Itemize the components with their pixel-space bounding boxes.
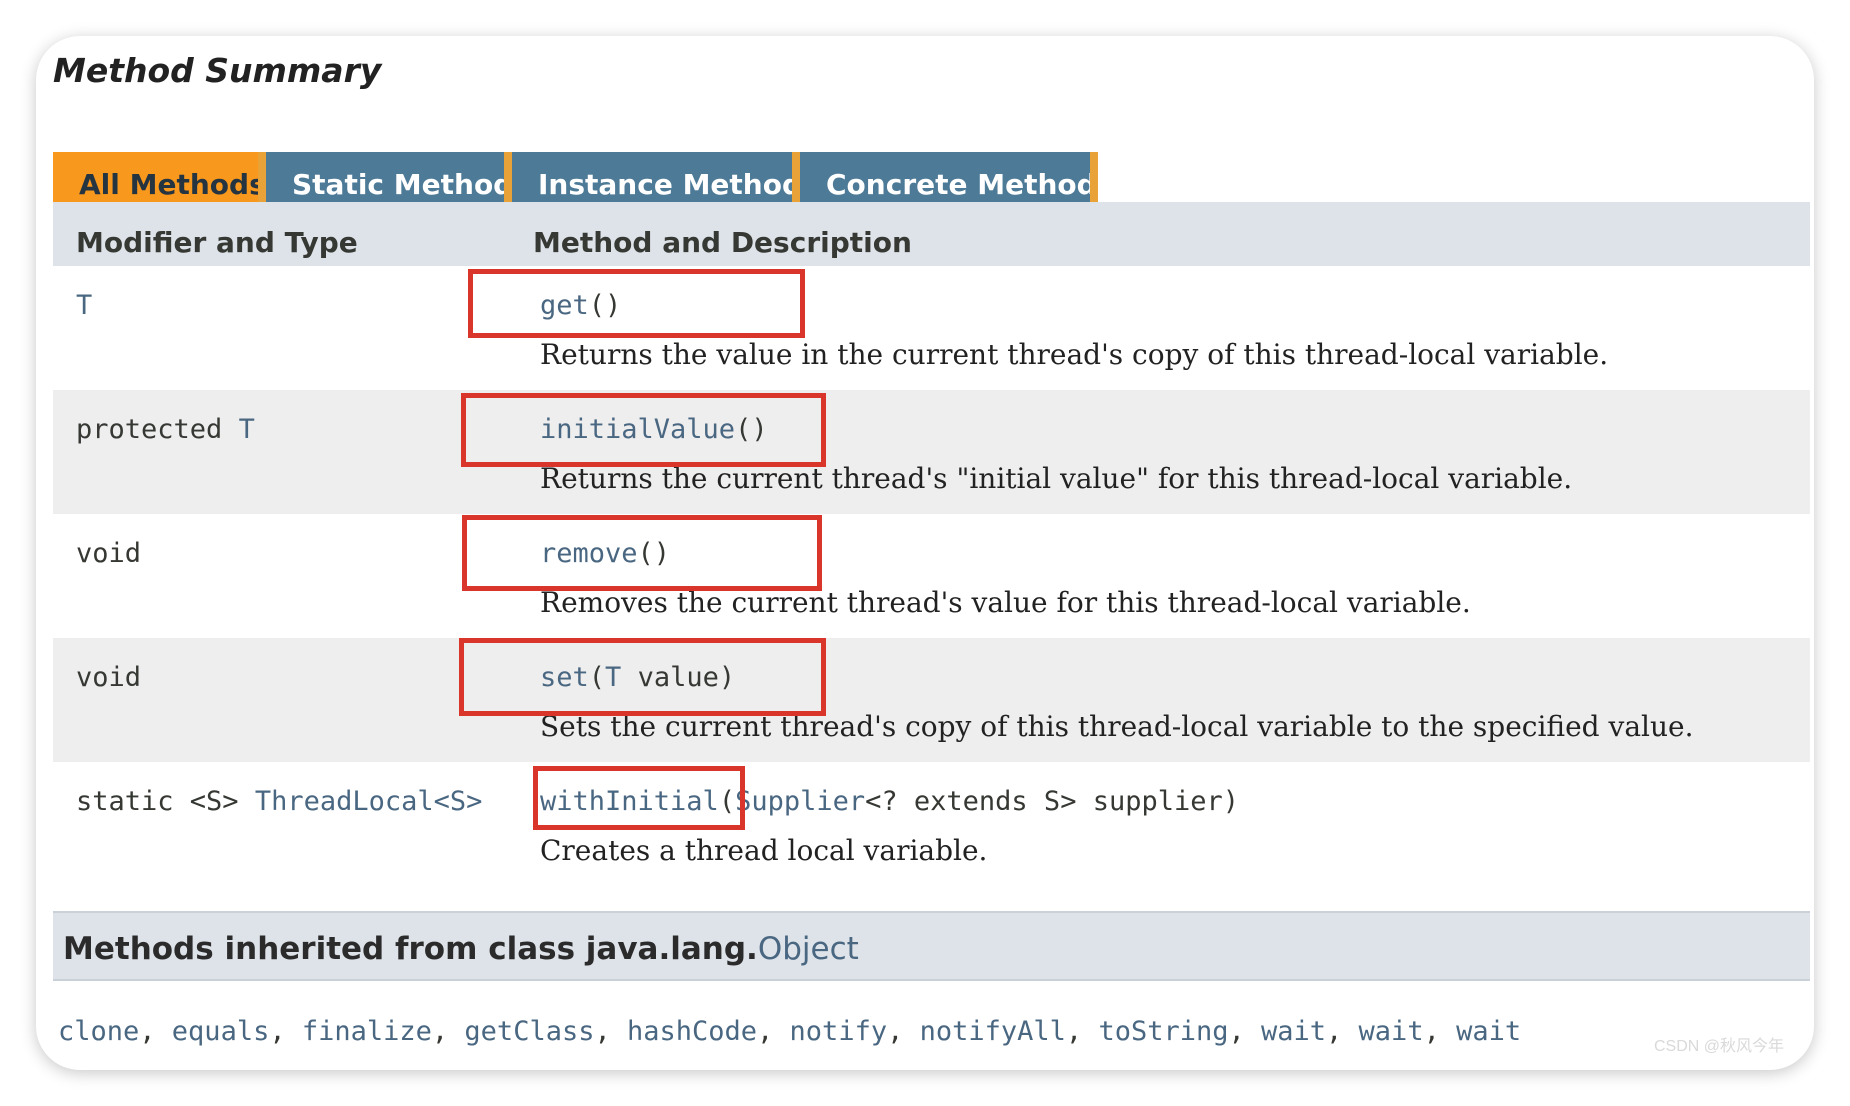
watermark: CSDN @秋风今年 bbox=[1653, 1038, 1784, 1055]
tab-all-methods[interactable]: All Methods bbox=[53, 152, 266, 202]
method-link-initialvalue[interactable]: initialValue bbox=[540, 414, 735, 445]
separator: , bbox=[1065, 1016, 1099, 1047]
inherited-method-link[interactable]: finalize bbox=[302, 1016, 432, 1047]
tab-static-methods[interactable]: Static Methods bbox=[266, 152, 530, 202]
table-row: protected T initialValue() Returns the c… bbox=[53, 390, 1810, 514]
separator: , bbox=[1423, 1016, 1457, 1047]
method-signature: get() bbox=[540, 290, 621, 321]
method-params-rest: <? extends S> supplier) bbox=[865, 786, 1239, 817]
inherited-method-link[interactable]: notify bbox=[790, 1016, 888, 1047]
table-header: Modifier and Type Method and Description bbox=[53, 202, 1810, 266]
method-signature: remove() bbox=[540, 538, 670, 569]
method-description: Creates a thread local variable. bbox=[540, 834, 988, 867]
inherited-method-link[interactable]: toString bbox=[1098, 1016, 1228, 1047]
inherited-method-link[interactable]: notifyAll bbox=[920, 1016, 1066, 1047]
separator: , bbox=[139, 1016, 172, 1047]
modifier-type: void bbox=[76, 538, 142, 569]
modifier-type: protected T bbox=[76, 414, 255, 445]
method-link-remove[interactable]: remove bbox=[540, 538, 638, 569]
method-link-withinitial[interactable]: withInitial bbox=[540, 786, 719, 817]
separator: , bbox=[757, 1016, 790, 1047]
modifier-type: T bbox=[76, 290, 92, 321]
method-params-open: ( bbox=[588, 662, 606, 693]
type-link[interactable]: T bbox=[239, 414, 255, 445]
inherited-method-link[interactable]: wait bbox=[1261, 1016, 1326, 1047]
method-description: Returns the current thread's "initial va… bbox=[540, 462, 1573, 495]
inherited-methods-title: Methods inherited from class java.lang.O… bbox=[63, 931, 859, 967]
method-params: () bbox=[588, 290, 622, 321]
column-header-method: Method and Description bbox=[533, 226, 912, 259]
method-signature: set(T value) bbox=[540, 662, 735, 693]
tab-concrete-methods[interactable]: Concrete Methods bbox=[800, 152, 1113, 202]
method-link-set[interactable]: set bbox=[540, 662, 589, 693]
inherited-method-link[interactable]: wait bbox=[1359, 1016, 1424, 1047]
separator: , bbox=[269, 1016, 302, 1047]
method-description: Sets the current thread's copy of this t… bbox=[540, 710, 1694, 743]
tab-separator bbox=[504, 152, 512, 202]
type-link[interactable]: T bbox=[76, 290, 92, 321]
param-type-link[interactable]: Supplier bbox=[735, 786, 865, 817]
method-summary-card: Method Summary All Methods Static Method… bbox=[36, 36, 1814, 1070]
separator: , bbox=[431, 1016, 465, 1047]
page-title: Method Summary bbox=[53, 51, 382, 90]
tab-separator bbox=[258, 152, 266, 202]
inherited-method-link[interactable]: clone bbox=[58, 1016, 139, 1047]
table-row: T get() Returns the value in the current… bbox=[53, 266, 1810, 390]
modifier-type: static <S> ThreadLocal<S> bbox=[76, 786, 482, 817]
method-description: Returns the value in the current thread'… bbox=[540, 338, 1609, 371]
method-params: () bbox=[735, 414, 768, 445]
highlight-box bbox=[468, 269, 805, 338]
tab-instance-methods[interactable]: Instance Methods bbox=[512, 152, 819, 202]
inherited-method-link[interactable]: equals bbox=[172, 1016, 270, 1047]
type-link[interactable]: ThreadLocal<S> bbox=[255, 786, 483, 817]
method-params: () bbox=[637, 538, 671, 569]
column-header-modifier: Modifier and Type bbox=[76, 226, 358, 259]
separator: , bbox=[887, 1016, 920, 1047]
inherited-method-link[interactable]: wait bbox=[1456, 1016, 1521, 1047]
modifier-text: static <S> bbox=[76, 786, 255, 817]
method-signature: withInitial(Supplier<? extends S> suppli… bbox=[540, 786, 1239, 817]
table-row: void set(T value) Sets the current threa… bbox=[53, 638, 1810, 762]
inherited-methods-list: clone, equals, finalize, getClass, hashC… bbox=[58, 1016, 1521, 1047]
method-params-rest: value) bbox=[621, 662, 736, 693]
modifier-type: void bbox=[76, 662, 142, 693]
param-type-link[interactable]: T bbox=[605, 662, 621, 693]
inherited-methods-header: Methods inherited from class java.lang.O… bbox=[53, 911, 1810, 981]
inherited-method-link[interactable]: hashCode bbox=[627, 1016, 757, 1047]
object-class-link[interactable]: Object bbox=[758, 931, 859, 967]
separator: , bbox=[1326, 1016, 1359, 1047]
separator: , bbox=[1228, 1016, 1261, 1047]
method-link-get[interactable]: get bbox=[540, 290, 589, 321]
table-row: static <S> ThreadLocal<S> withInitial(Su… bbox=[53, 762, 1810, 886]
inherited-method-link[interactable]: getClass bbox=[464, 1016, 594, 1047]
method-signature: initialValue() bbox=[540, 414, 768, 445]
modifier-text: protected bbox=[76, 414, 239, 445]
inherited-label: Methods inherited from class java.lang. bbox=[63, 931, 758, 967]
method-params-open: ( bbox=[718, 786, 736, 817]
method-description: Removes the current thread's value for t… bbox=[540, 586, 1471, 619]
tab-separator bbox=[1090, 152, 1098, 202]
separator: , bbox=[594, 1016, 627, 1047]
tab-separator bbox=[792, 152, 800, 202]
table-row: void remove() Removes the current thread… bbox=[53, 514, 1810, 638]
